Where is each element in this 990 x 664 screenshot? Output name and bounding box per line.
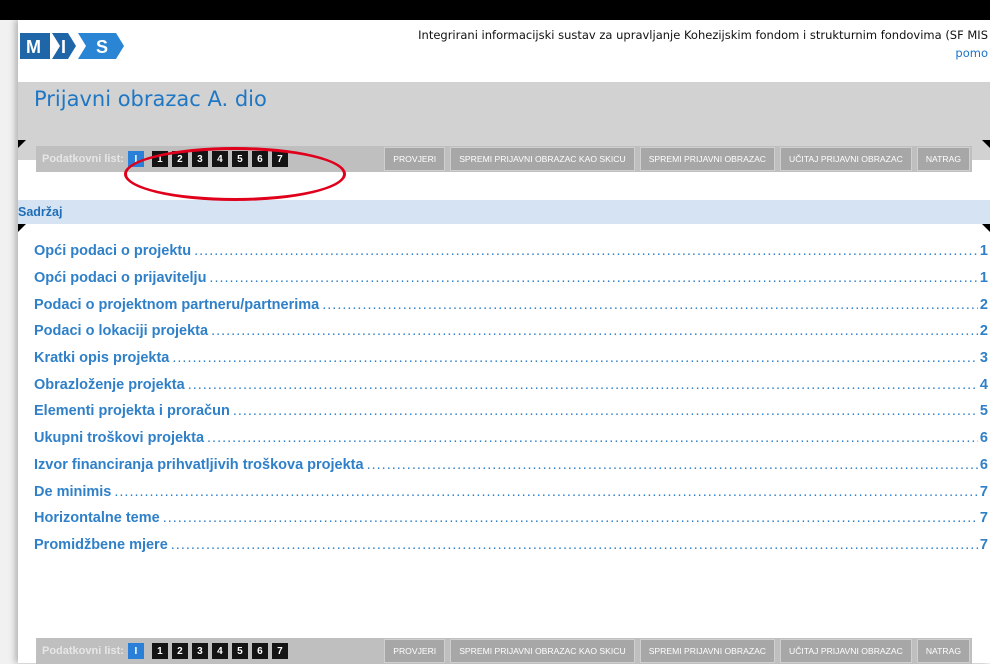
- toc-item[interactable]: Izvor financiranja prihvatljivih troškov…: [34, 452, 988, 479]
- check-button[interactable]: PROVJERI: [384, 639, 446, 663]
- data-sheet-nav: I 1 2 3 4 5 6 7: [127, 643, 288, 659]
- toc-item-page: 2: [979, 296, 988, 313]
- svg-text:S: S: [96, 37, 108, 57]
- header: M I S Integrirani informacijski sustav z…: [18, 20, 990, 70]
- toc-item-title: De minimis: [34, 483, 112, 500]
- sheet-button-5[interactable]: 5: [231, 643, 248, 659]
- sheet-button-7[interactable]: 7: [271, 643, 288, 659]
- toc-item-title: Opći podaci o projektu: [34, 243, 192, 260]
- toc-item-title: Kratki opis projekta: [34, 350, 170, 367]
- toc-item[interactable]: Kratki opis projekta 3: [34, 345, 988, 372]
- table-of-contents: Opći podaci o projektu 1 Opći podaci o pr…: [34, 238, 988, 558]
- toc-item-page: 5: [979, 403, 988, 420]
- data-sheet-label: Podatkovni list:: [42, 645, 124, 657]
- toc-item-title: Ukupni troškovi projekta: [34, 430, 205, 447]
- svg-text:I: I: [61, 37, 66, 57]
- toc-item[interactable]: Ukupni troškovi projekta 6: [34, 425, 988, 452]
- save-form-button[interactable]: SPREMI PRIJAVNI OBRAZAC: [639, 147, 776, 171]
- sheet-button-6[interactable]: 6: [251, 643, 268, 659]
- toc-item-page: 2: [979, 323, 988, 340]
- toc-item[interactable]: Podaci o projektnom partneru/partnerima 2: [34, 291, 988, 318]
- toc-item[interactable]: Opći podaci o prijavitelju 1: [34, 265, 988, 292]
- back-button[interactable]: NATRAG: [916, 147, 970, 171]
- toc-item-page: 7: [979, 510, 988, 527]
- toc-item-title: Podaci o lokaciji projekta: [34, 323, 209, 340]
- toc-item-title: Elementi projekta i proračun: [34, 403, 230, 420]
- sheet-button-I[interactable]: I: [127, 643, 144, 659]
- toc-item-page: 1: [979, 270, 988, 287]
- page-title: Prijavni obrazac A. dio: [34, 87, 267, 111]
- corner-marker-right: [982, 140, 990, 148]
- save-draft-button[interactable]: SPREMI PRIJAVNI OBRAZAC KAO SKICU: [450, 147, 635, 171]
- load-form-button[interactable]: UČITAJ PRIJAVNI OBRAZAC: [780, 147, 912, 171]
- toc-item-page: 6: [979, 456, 988, 473]
- toc-item-title: Promidžbene mjere: [34, 536, 168, 553]
- toc-item[interactable]: Podaci o lokaciji projekta 2: [34, 318, 988, 345]
- toc-item-page: 7: [979, 483, 988, 500]
- toc-item-page: 6: [979, 430, 988, 447]
- toc-item[interactable]: Elementi projekta i proračun 5: [34, 398, 988, 425]
- section-corner-right: [982, 224, 990, 232]
- section-title: Sadržaj: [18, 205, 63, 219]
- check-button[interactable]: PROVJERI: [384, 147, 446, 171]
- save-form-button[interactable]: SPREMI PRIJAVNI OBRAZAC: [639, 639, 776, 663]
- toc-item[interactable]: Obrazloženje projekta 4: [34, 371, 988, 398]
- toc-item-title: Opći podaci o prijavitelju: [34, 270, 207, 287]
- toc-item-page: 4: [979, 376, 988, 393]
- sheet-button-2[interactable]: 2: [171, 643, 188, 659]
- sheet-button-3[interactable]: 3: [191, 643, 208, 659]
- toc-item[interactable]: Promidžbene mjere 7: [34, 532, 988, 559]
- page-container: M I S Integrirani informacijski sustav z…: [18, 20, 990, 664]
- mis-logo-icon: M I S: [18, 31, 134, 61]
- toc-item-title: Izvor financiranja prihvatljivih troškov…: [34, 456, 364, 473]
- toc-item-title: Obrazloženje projekta: [34, 376, 185, 393]
- toc-item-page: 7: [979, 536, 988, 553]
- sheet-button-4[interactable]: 4: [211, 643, 228, 659]
- save-draft-button[interactable]: SPREMI PRIJAVNI OBRAZAC KAO SKICU: [450, 639, 635, 663]
- load-form-button[interactable]: UČITAJ PRIJAVNI OBRAZAC: [780, 639, 912, 663]
- toc-item-page: 1: [979, 243, 988, 260]
- corner-marker-left: [18, 140, 26, 148]
- toc-item-title: Horizontalne teme: [34, 510, 160, 527]
- top-black-bar: [0, 0, 990, 20]
- toc-item[interactable]: Opći podaci o projektu 1: [34, 238, 988, 265]
- form-actions: PROVJERI SPREMI PRIJAVNI OBRAZAC KAO SKI…: [384, 639, 970, 663]
- toc-item[interactable]: De minimis 7: [34, 478, 988, 505]
- sheet-button-1[interactable]: 1: [151, 643, 168, 659]
- section-header: Sadržaj: [18, 200, 990, 224]
- back-button[interactable]: NATRAG: [916, 639, 970, 663]
- svg-text:M: M: [26, 37, 41, 57]
- annotation-highlight-ellipse: [124, 147, 346, 201]
- toc-item-title: Podaci o projektnom partneru/partnerima: [34, 296, 320, 313]
- help-link[interactable]: pomo: [955, 46, 988, 60]
- section-corner-left: [18, 224, 26, 232]
- toc-item-page: 3: [979, 350, 988, 367]
- form-actions: PROVJERI SPREMI PRIJAVNI OBRAZAC KAO SKI…: [384, 147, 970, 171]
- mis-logo[interactable]: M I S: [18, 31, 134, 61]
- data-sheet-label: Podatkovni list:: [42, 153, 124, 165]
- application-title: Integrirani informacijski sustav za upra…: [418, 28, 988, 42]
- toc-item[interactable]: Horizontalne teme 7: [34, 505, 988, 532]
- form-toolbar-bottom: Podatkovni list: I 1 2 3 4 5 6 7 PROVJER…: [36, 638, 972, 664]
